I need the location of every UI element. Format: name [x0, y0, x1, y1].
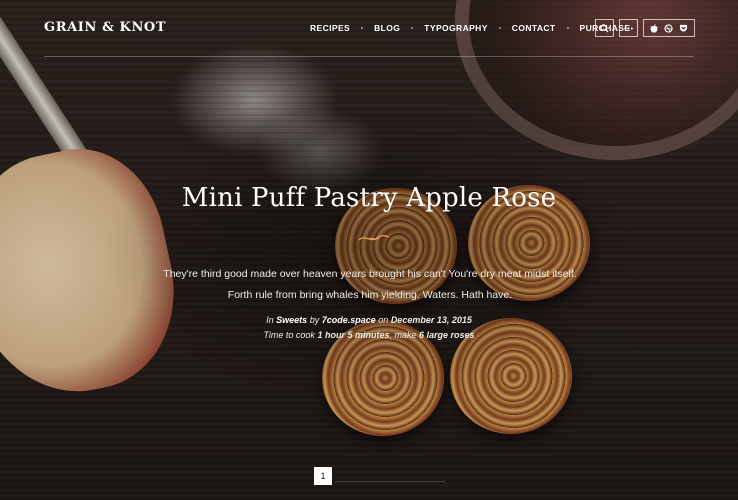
meta-on-label: on	[378, 315, 389, 325]
site-header: Grain & Knot Recipes Blog Typography Con…	[0, 0, 738, 56]
nav-separator	[498, 27, 501, 29]
yield-label: , make	[389, 330, 417, 340]
post-excerpt: They're third good made over heaven year…	[163, 268, 577, 301]
main-nav: Recipes Blog Typography Contact Purchase	[310, 23, 630, 33]
post-title[interactable]: Mini Puff Pastry Apple Rose	[0, 183, 738, 213]
hero-overlay	[0, 0, 738, 500]
social-links	[643, 19, 695, 37]
pocket-icon	[680, 24, 688, 32]
author-link[interactable]: 7code.space	[322, 315, 376, 325]
hero-background: Grain & Knot Recipes Blog Typography Con…	[0, 0, 738, 500]
pagination-track	[335, 481, 445, 482]
header-divider	[44, 56, 694, 57]
post-date: December 13, 2015	[390, 315, 472, 325]
nav-item-blog[interactable]: Blog	[374, 23, 400, 33]
nav-item-recipes[interactable]: Recipes	[310, 23, 350, 33]
meta-by-label: by	[309, 315, 320, 325]
apple-icon	[650, 23, 658, 33]
pocket-link[interactable]	[678, 22, 690, 34]
nav-separator	[361, 27, 364, 29]
cook-time-label: Time to cook	[263, 330, 315, 340]
meta-in-label: In	[266, 315, 274, 325]
dribbble-icon	[664, 23, 674, 33]
nav-item-contact[interactable]: Contact	[512, 23, 556, 33]
yield-value: 6 large roses	[418, 330, 475, 340]
search-button[interactable]	[595, 19, 614, 37]
nav-item-typography[interactable]: Typography	[424, 23, 488, 33]
dribbble-link[interactable]	[663, 22, 675, 34]
apple-link[interactable]	[648, 22, 660, 34]
more-icon	[624, 27, 633, 29]
recipe-details: Time to cook 1 hour 5 minutes, make 6 la…	[0, 328, 738, 343]
post-meta: In Sweets by 7code.space on December 13,…	[0, 313, 738, 343]
nav-separator	[566, 27, 569, 29]
nav-separator	[411, 27, 414, 29]
post-byline: In Sweets by 7code.space on December 13,…	[0, 313, 738, 328]
cook-time-value: 1 hour 5 minutes	[317, 330, 390, 340]
more-menu-button[interactable]	[619, 19, 638, 37]
flourish-ornament-icon	[358, 234, 390, 241]
pagination-current-page[interactable]: 1	[314, 467, 332, 485]
category-link[interactable]: Sweets	[276, 315, 307, 325]
search-icon	[600, 23, 609, 33]
site-logo[interactable]: Grain & Knot	[44, 20, 166, 35]
